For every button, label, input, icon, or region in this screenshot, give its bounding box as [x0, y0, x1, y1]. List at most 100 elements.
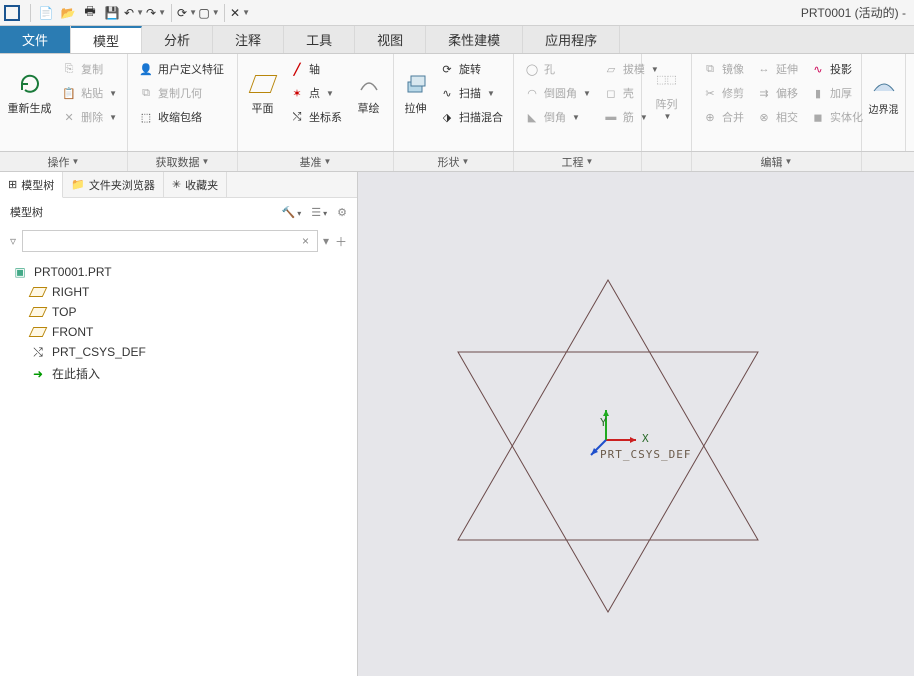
- offset-button[interactable]: ⇉偏移: [752, 82, 802, 104]
- window-title: PRT0001 (活动的) -: [801, 4, 910, 21]
- regen-icon[interactable]: ⟳▼: [177, 3, 197, 23]
- point-button[interactable]: ✶点▼: [285, 82, 346, 104]
- gf-ops[interactable]: 操作▼: [0, 152, 128, 171]
- open-icon[interactable]: 📂: [58, 3, 78, 23]
- trim-button[interactable]: ✂修剪: [698, 82, 748, 104]
- axis-button[interactable]: ╱轴: [285, 58, 346, 80]
- thicken-button[interactable]: ▮加厚: [806, 82, 867, 104]
- tab-flex[interactable]: 柔性建模: [426, 26, 523, 53]
- revolve-button[interactable]: ⟳旋转: [435, 58, 507, 80]
- filter-icon[interactable]: ▿: [10, 234, 16, 248]
- tab-modeltree[interactable]: ⊞模型树: [0, 172, 63, 198]
- redo-icon[interactable]: ↷▼: [146, 3, 166, 23]
- draft-icon: ▱: [603, 61, 619, 77]
- delete-icon: ✕: [61, 109, 77, 125]
- add-icon[interactable]: ＋: [335, 233, 347, 250]
- sidebar-title: 模型树: [10, 204, 43, 220]
- gf-pattern: [642, 152, 692, 171]
- blend-icon: ⬗: [439, 109, 455, 125]
- group-ops: 重新生成 ⎘复制 📋粘贴▼ ✕删除▼: [0, 54, 128, 151]
- project-button[interactable]: ∿投影: [806, 58, 867, 80]
- save-icon[interactable]: 💾: [102, 3, 122, 23]
- udf-button[interactable]: 👤用户定义特征: [134, 58, 228, 80]
- intersect-button[interactable]: ⊗相交: [752, 106, 802, 128]
- tree-csys[interactable]: ⤭PRT_CSYS_DEF: [10, 342, 347, 362]
- blend-button[interactable]: ⬗扫描混合: [435, 106, 507, 128]
- merge-icon: ⊕: [702, 109, 718, 125]
- paste-button[interactable]: 📋粘贴▼: [57, 82, 121, 104]
- trim-icon: ✂: [702, 85, 718, 101]
- app-icon: [4, 5, 20, 21]
- ribbon: 重新生成 ⎘复制 📋粘贴▼ ✕删除▼ 👤用户定义特征 ⧉复制几何 ⬚收缩包络 平…: [0, 54, 914, 152]
- tree-insert[interactable]: ➜在此插入: [10, 362, 347, 385]
- search-dd-icon[interactable]: ▾: [323, 234, 329, 248]
- group-edit: ⧉镜像 ✂修剪 ⊕合并 ↔延伸 ⇉偏移 ⊗相交 ∿投影 ▮加厚 ◼实体化: [692, 54, 862, 151]
- group-pattern: ⬚⬚ 阵列 ▼: [642, 54, 692, 151]
- gf-eng[interactable]: 工程▼: [514, 152, 642, 171]
- tab-folder[interactable]: 📁文件夹浏览器: [63, 172, 164, 197]
- tool-show-icon[interactable]: ☰▾: [311, 206, 327, 219]
- tab-annotate[interactable]: 注释: [213, 26, 284, 53]
- group-shape: 拉伸 ⟳旋转 ∿扫描▼ ⬗扫描混合: [394, 54, 514, 151]
- tree-front[interactable]: FRONT: [10, 322, 347, 342]
- copy-button[interactable]: ⎘复制: [57, 58, 121, 80]
- gf-datum[interactable]: 基准▼: [238, 152, 394, 171]
- tab-file[interactable]: 文件: [0, 26, 71, 53]
- gf-getdata[interactable]: 获取数据▼: [128, 152, 238, 171]
- tool-settings-icon[interactable]: ⚙: [337, 206, 347, 219]
- tree-right[interactable]: RIGHT: [10, 282, 347, 302]
- plane-icon: [30, 325, 46, 339]
- intersect-icon: ⊗: [756, 109, 772, 125]
- sketch-button[interactable]: 草绘: [350, 58, 387, 128]
- solidify-button[interactable]: ◼实体化: [806, 106, 867, 128]
- solidify-icon: ◼: [810, 109, 826, 125]
- boundary-button[interactable]: 边界混: [868, 58, 899, 128]
- sidebar: ⊞模型树 📁文件夹浏览器 ✳收藏夹 模型树 🔨▾ ☰▾ ⚙ ▿ × ▾ ＋ ▣P…: [0, 172, 358, 676]
- round-button[interactable]: ◠倒圆角▼: [520, 82, 595, 104]
- tab-analysis[interactable]: 分析: [142, 26, 213, 53]
- sweep-button[interactable]: ∿扫描▼: [435, 82, 507, 104]
- tab-model[interactable]: 模型: [71, 26, 142, 53]
- plane-icon: [249, 70, 277, 98]
- extend-button[interactable]: ↔延伸: [752, 58, 802, 80]
- new-icon[interactable]: 📄: [36, 3, 56, 23]
- hole-button[interactable]: ◯孔: [520, 58, 595, 80]
- regen-button[interactable]: 重新生成: [6, 58, 53, 128]
- regen-label: 重新生成: [8, 100, 52, 116]
- point-icon: ✶: [289, 85, 305, 101]
- tool-hammer-icon[interactable]: 🔨▾: [282, 206, 302, 219]
- axis-icon: ╱: [289, 61, 305, 77]
- offset-icon: ⇉: [756, 85, 772, 101]
- tab-view[interactable]: 视图: [355, 26, 426, 53]
- delete-button[interactable]: ✕删除▼: [57, 106, 121, 128]
- sidebar-header: 模型树 🔨▾ ☰▾ ⚙: [0, 198, 357, 226]
- chamfer-button[interactable]: ◣倒角▼: [520, 106, 595, 128]
- undo-icon[interactable]: ↶▼: [124, 3, 144, 23]
- sketch-geometry: [358, 172, 914, 676]
- merge-button[interactable]: ⊕合并: [698, 106, 748, 128]
- gf-shape[interactable]: 形状▼: [394, 152, 514, 171]
- window-icon[interactable]: ▢▼: [199, 3, 219, 23]
- plane-button[interactable]: 平面: [244, 58, 281, 128]
- shrink-button[interactable]: ⬚收缩包络: [134, 106, 228, 128]
- pattern-button[interactable]: ⬚⬚ 阵列 ▼: [648, 58, 685, 128]
- tab-fav[interactable]: ✳收藏夹: [164, 172, 227, 197]
- tree-root[interactable]: ▣PRT0001.PRT: [10, 262, 347, 282]
- menu-bar: 文件 模型 分析 注释 工具 视图 柔性建模 应用程序: [0, 26, 914, 54]
- print-icon[interactable]: 🖶: [80, 3, 100, 23]
- search-input[interactable]: [22, 230, 318, 252]
- csys-button[interactable]: ⤭坐标系: [285, 106, 346, 128]
- graphics-canvas[interactable]: Y X PRT_CSYS_DEF: [358, 172, 914, 676]
- pattern-icon: ⬚⬚: [653, 66, 681, 94]
- gf-edit[interactable]: 编辑▼: [692, 152, 862, 171]
- copy-icon: ⎘: [61, 61, 77, 77]
- mirror-button[interactable]: ⧉镜像: [698, 58, 748, 80]
- sidebar-search: ▿ × ▾ ＋: [0, 226, 357, 256]
- copygeo-button[interactable]: ⧉复制几何: [134, 82, 228, 104]
- tree-top[interactable]: TOP: [10, 302, 347, 322]
- clear-icon[interactable]: ×: [302, 234, 309, 248]
- tab-tools[interactable]: 工具: [284, 26, 355, 53]
- tab-apps[interactable]: 应用程序: [523, 26, 620, 53]
- close-icon[interactable]: ✕▼: [230, 3, 250, 23]
- extrude-button[interactable]: 拉伸: [400, 58, 431, 128]
